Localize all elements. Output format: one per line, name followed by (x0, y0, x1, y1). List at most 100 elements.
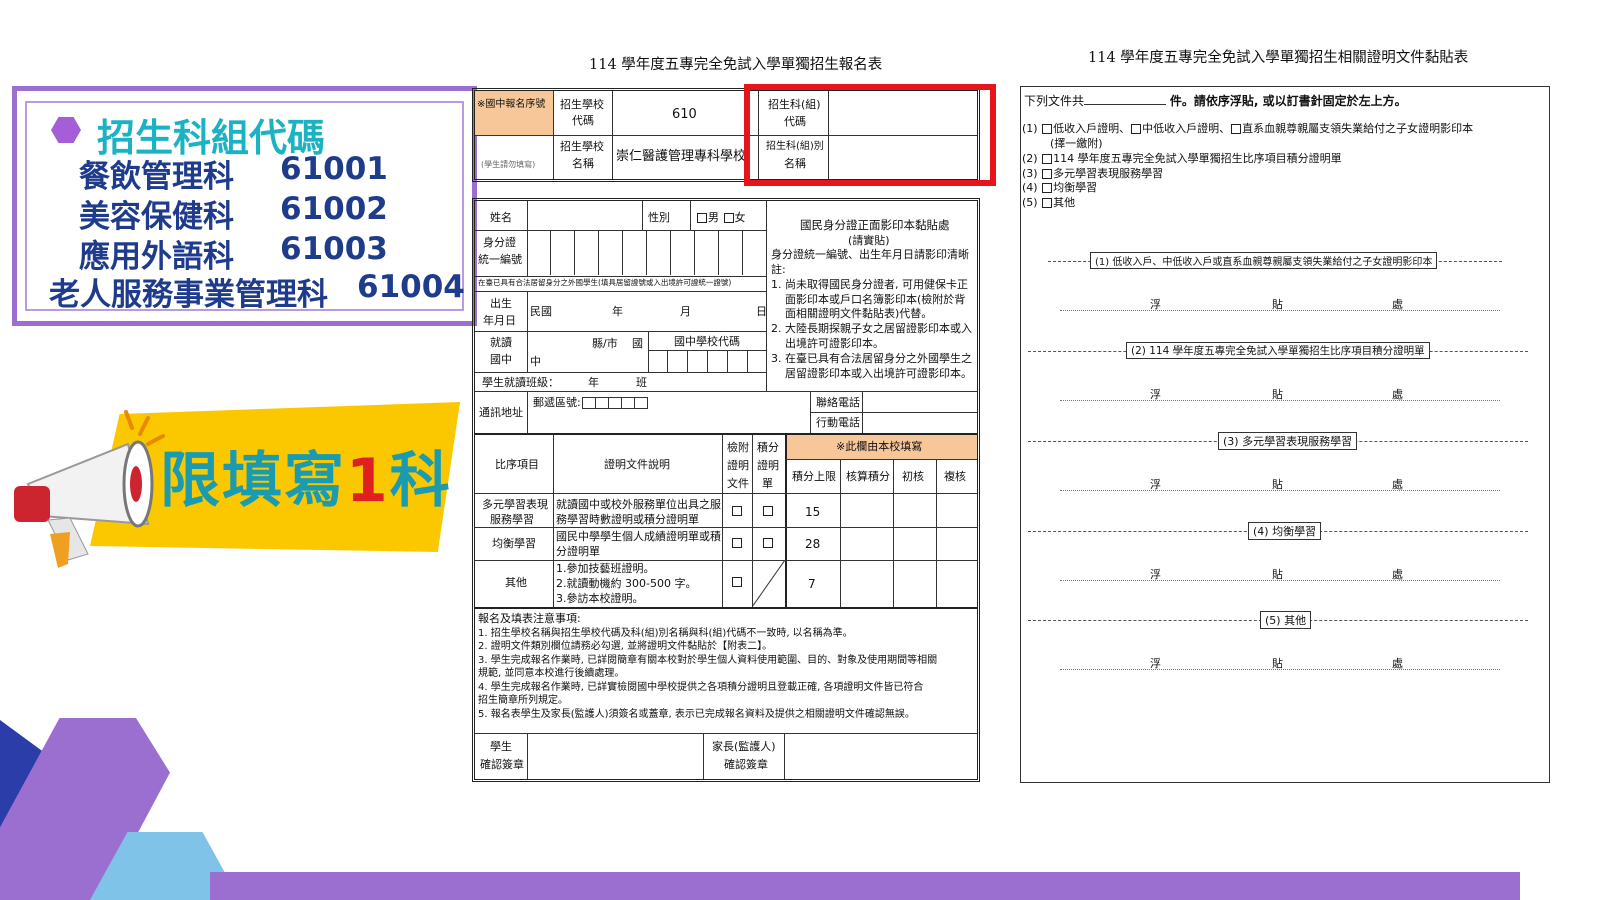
school-name-value: 崇仁醫護管理專科學校 (616, 149, 747, 164)
paste-char: 處 (1392, 388, 1403, 401)
paste-char: 浮 (1150, 388, 1161, 401)
megaphone-icon (14, 410, 165, 568)
id-note-line: 2. 大陸長期探親子女之居留證影印本或入 (771, 322, 972, 336)
col-score-sheet-2: 證明 (757, 459, 779, 472)
attach-checkbox[interactable] (732, 577, 742, 587)
score-row-item: 多元學習表現 (482, 498, 548, 511)
other-checkbox[interactable] (1042, 198, 1053, 209)
notes-line: 5. 報名表學生及家長(監護人)須簽名或蓋章, 表示已完成報名資料及提供之相關證… (478, 708, 915, 720)
roc-label: 民國 (530, 305, 552, 318)
id-note-line: 身分證統一編號、出生年月日請影印清晰 (771, 248, 969, 261)
paste-char: 處 (1392, 478, 1403, 491)
notes-line: 招生簡章所列規定。 (478, 695, 568, 707)
school-code-grid[interactable] (648, 350, 766, 372)
serial-label: ※國中報名序號 (477, 99, 546, 110)
parent-sign-label-1: 家長(監護人) (712, 740, 776, 753)
id-photo-title: 國民身分證正面影印本黏貼處 (800, 218, 950, 232)
paste-char: 貼 (1272, 478, 1283, 491)
parent-sign-label-2: 確認簽章 (724, 758, 768, 771)
attach-item-3: (3) 多元學習表現服務學習 (1022, 167, 1547, 182)
bottom-purple-bar (210, 872, 1520, 900)
service-learning-checkbox[interactable] (1042, 168, 1053, 179)
score-row-desc: 分證明單 (556, 545, 600, 558)
dept-code-4: 61004 (357, 269, 465, 305)
paste-section-3-label: (3) 多元學習表現服務學習 (1218, 432, 1358, 450)
school-name-label-2: 名稱 (572, 157, 594, 170)
balanced-learning-checkbox[interactable] (1042, 183, 1053, 194)
attach-item-text: 中低收入戶證明、 (1142, 122, 1231, 135)
score-row-desc: 3.參訪本校證明。 (556, 592, 644, 605)
paste-char: 浮 (1150, 568, 1161, 581)
paste-char: 浮 (1150, 478, 1161, 491)
unemployment-checkbox[interactable] (1231, 124, 1242, 134)
paste-char: 貼 (1272, 388, 1283, 401)
score-row-desc: 國民中學學生個人成績證明單或積 (556, 530, 721, 543)
paste-section-1-label: (1) 低收入戶、中低收入戶或直系血親尊親屬支領失業給付之子女證明影印本 (1090, 252, 1438, 269)
attach-item-text: 多元學習表現服務學習 (1053, 166, 1164, 180)
id-number-grid[interactable] (527, 230, 766, 275)
paste-section-2-label: (2) 114 學年度五專完全免試入學單獨招生比序項目積分證明單 (1126, 342, 1430, 359)
col-desc-label: 證明文件說明 (604, 458, 670, 471)
attach-item-text: 均衡學習 (1053, 181, 1098, 195)
attach-item-text: 其他 (1053, 196, 1076, 210)
serial-note: (學生請勿填寫) (481, 160, 536, 169)
score-sheet-checkbox[interactable] (763, 506, 773, 516)
school-name-label-1: 招生學校 (560, 140, 604, 153)
attach-item-num: (3) (1022, 166, 1038, 180)
attach-header-suffix: 件。請依序浮貼, 或以訂書針固定於左上方。 (1169, 94, 1407, 108)
mid-low-income-checkbox[interactable] (1131, 124, 1142, 134)
attach-item-4: (4) 均衡學習 (1022, 181, 1547, 196)
male-checkbox[interactable] (697, 213, 707, 223)
col-calc-label: 核算積分 (846, 470, 890, 483)
col-attach-1: 檢附 (727, 441, 749, 454)
birth-label-1: 出生 (490, 297, 512, 310)
score-row-max: 7 (808, 577, 816, 591)
paste-char: 處 (1392, 298, 1403, 311)
notes-title: 報名及填表注意事項: (478, 612, 581, 625)
score-row-item: 均衡學習 (492, 537, 536, 550)
paste-char: 浮 (1150, 298, 1161, 311)
id-note-line: 1. 尚未取得國民身分證者, 可用健保卡正 (771, 277, 968, 291)
id-note-list: 身分證統一編號、出生年月日請影印清晰 註: 1. 尚未取得國民身分證者, 可用健… (771, 248, 976, 382)
attach-header-prefix: 下列文件共 (1024, 94, 1085, 108)
attach-item-1: (1) 低收入戶證明、 中低收入戶證明、 直系血親尊親屬支領失業給付之子女證明影印本 (1022, 122, 1547, 137)
paste-char: 處 (1392, 657, 1403, 670)
score-row-desc: 2.就讀動機約 300-500 字。 (556, 577, 697, 590)
score-sheet-attach-checkbox[interactable] (1042, 153, 1053, 164)
id-note-line: 面影印本或戶口名簿影印本(檢附於背 (785, 292, 966, 306)
paste-char: 貼 (1272, 568, 1283, 581)
form-title: 114 學年度五專完全免試入學單獨招生報名表 (589, 57, 883, 73)
low-income-checkbox[interactable] (1042, 124, 1053, 134)
school-code-cell-label: 國中學校代碼 (674, 335, 740, 348)
class-year-label: 年 (588, 376, 599, 389)
attach-item-num: (2) (1022, 151, 1038, 165)
highlight-box (744, 84, 996, 186)
col-item-label: 比序項目 (495, 458, 539, 471)
score-row-max: 15 (805, 505, 821, 519)
notes-line: 1. 招生學校名稱與招生學校代碼及科(組)別名稱與科(組)代碼不一致時, 以名稱… (478, 627, 853, 639)
score-row-desc: 就讀國中或校外服務單位出具之服 (556, 498, 721, 511)
female-checkbox[interactable] (723, 213, 734, 223)
score-sheet-checkbox[interactable] (763, 538, 773, 548)
attach-item-1-sub: (擇一繳附) (1050, 136, 1103, 150)
class-ban-label: 班 (636, 376, 647, 389)
gender-label: 性別 (648, 211, 670, 224)
col-max-label: 積分上限 (792, 470, 836, 483)
postal-code-boxes[interactable] (582, 397, 648, 409)
name-label: 姓名 (490, 211, 512, 224)
id-note-line: 出境許可證影印本。 (785, 337, 884, 351)
attach-checkbox[interactable] (732, 538, 742, 548)
dept-name-4: 老人服務事業管理科 (49, 277, 328, 313)
attach-checkbox[interactable] (732, 506, 742, 516)
score-row-max: 28 (805, 537, 821, 551)
paste-section-4-label: (4) 均衡學習 (1248, 522, 1322, 540)
attach-item-num: (5) (1022, 196, 1038, 210)
banner-number: 1 (346, 446, 390, 516)
paste-char: 浮 (1150, 657, 1161, 670)
score-row-item: 其他 (505, 576, 527, 589)
school-fill-label: ※此欄由本校填寫 (836, 440, 923, 453)
attach-item-5: (5) 其他 (1022, 196, 1547, 211)
notes-line: 規範, 並同意本校進行後續處理。 (478, 668, 625, 680)
hexagon-bullet-icon (51, 117, 81, 143)
col-score-sheet-3: 單 (762, 477, 773, 490)
